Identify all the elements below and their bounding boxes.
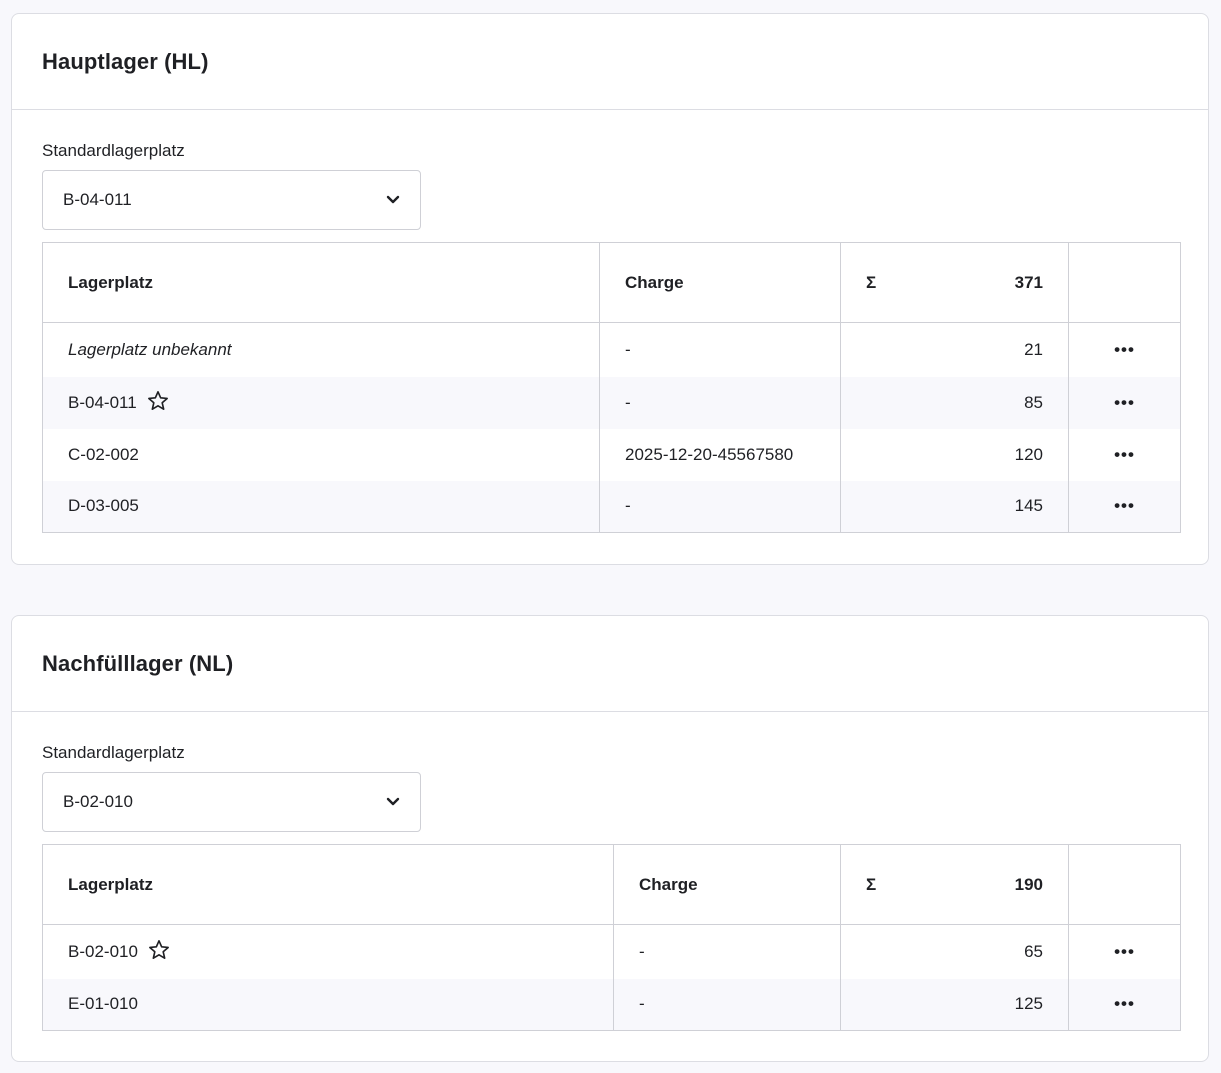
charge-cell: - xyxy=(599,322,841,377)
warehouse-title: Nachfülllager (NL) xyxy=(42,650,234,676)
sum-total: 371 xyxy=(1014,272,1043,292)
table-header-row: Lagerplatz Charge Σ 371 xyxy=(42,242,1181,323)
warehouse-title: Hauptlager (HL) xyxy=(42,48,209,74)
column-header-sum: Σ 190 xyxy=(840,844,1069,925)
quantity-cell: 21 xyxy=(840,322,1069,377)
charge-cell: 2025-12-20-45567580 xyxy=(599,428,841,481)
default-location-label: Standardlagerplatz xyxy=(42,141,185,160)
column-header-sum: Σ 371 xyxy=(840,242,1069,323)
warehouse-card-nachfuelllager: Nachfülllager (NL) Standardlagerplatz B-… xyxy=(11,615,1209,1062)
charge-cell: - xyxy=(599,480,841,533)
sum-symbol: Σ xyxy=(866,874,877,894)
charge-cell: - xyxy=(613,924,841,979)
default-location-select[interactable]: B-04-011 xyxy=(42,170,421,230)
location-cell: B-04-011 xyxy=(42,376,600,429)
column-header-location[interactable]: Lagerplatz xyxy=(42,242,600,323)
table-row: B-04-011 - 85 ••• xyxy=(42,376,1181,429)
charge-cell: - xyxy=(613,978,841,1031)
table-row: B-02-010 - 65 ••• xyxy=(42,924,1181,979)
quantity-cell: 85 xyxy=(840,376,1069,429)
location-label: B-04-011 xyxy=(68,392,137,412)
warehouse-card-hauptlager: Hauptlager (HL) Standardlagerplatz B-04-… xyxy=(11,13,1209,565)
column-header-location[interactable]: Lagerplatz xyxy=(42,844,614,925)
quantity-cell: 125 xyxy=(840,978,1069,1031)
quantity-cell: 65 xyxy=(840,924,1069,979)
location-cell: Lagerplatz unbekannt xyxy=(42,322,600,377)
stock-table: Lagerplatz Charge Σ 190 B-02-010 - 65 ••… xyxy=(42,844,1181,1031)
default-location-label: Standardlagerplatz xyxy=(42,743,185,762)
sum-symbol: Σ xyxy=(866,272,877,292)
quantity-cell: 120 xyxy=(840,428,1069,481)
location-cell: C-02-002 xyxy=(42,428,600,481)
table-row: D-03-005 - 145 ••• xyxy=(42,480,1181,533)
table-row: E-01-010 - 125 ••• xyxy=(42,978,1181,1031)
location-label: B-02-010 xyxy=(68,941,138,961)
default-location-value: B-04-011 xyxy=(63,190,132,209)
column-header-charge[interactable]: Charge xyxy=(613,844,841,925)
more-horizontal-icon[interactable]: ••• xyxy=(1114,340,1135,359)
table-header-row: Lagerplatz Charge Σ 190 xyxy=(42,844,1181,925)
card-header: Nachfülllager (NL) xyxy=(12,616,1208,712)
more-horizontal-icon[interactable]: ••• xyxy=(1114,445,1135,464)
star-icon[interactable] xyxy=(147,390,169,416)
sum-total: 190 xyxy=(1014,874,1043,894)
star-icon[interactable] xyxy=(148,939,170,965)
charge-cell: - xyxy=(599,376,841,429)
more-horizontal-icon[interactable]: ••• xyxy=(1114,496,1135,515)
more-horizontal-icon[interactable]: ••• xyxy=(1114,393,1135,412)
card-header: Hauptlager (HL) xyxy=(12,14,1208,110)
chevron-down-icon xyxy=(386,195,400,205)
table-row: C-02-002 2025-12-20-45567580 120 ••• xyxy=(42,428,1181,481)
stock-table: Lagerplatz Charge Σ 371 Lagerplatz unbek… xyxy=(42,242,1181,533)
default-location-value: B-02-010 xyxy=(63,792,133,811)
default-location-select[interactable]: B-02-010 xyxy=(42,772,421,832)
more-horizontal-icon[interactable]: ••• xyxy=(1114,994,1135,1013)
table-row: Lagerplatz unbekannt - 21 ••• xyxy=(42,322,1181,377)
more-horizontal-icon[interactable]: ••• xyxy=(1114,942,1135,961)
column-header-actions xyxy=(1068,844,1181,925)
column-header-charge[interactable]: Charge xyxy=(599,242,841,323)
quantity-cell: 145 xyxy=(840,480,1069,533)
chevron-down-icon xyxy=(386,797,400,807)
location-cell: E-01-010 xyxy=(42,978,614,1031)
column-header-actions xyxy=(1068,242,1181,323)
location-cell: D-03-005 xyxy=(42,480,600,533)
location-cell: B-02-010 xyxy=(42,924,614,979)
